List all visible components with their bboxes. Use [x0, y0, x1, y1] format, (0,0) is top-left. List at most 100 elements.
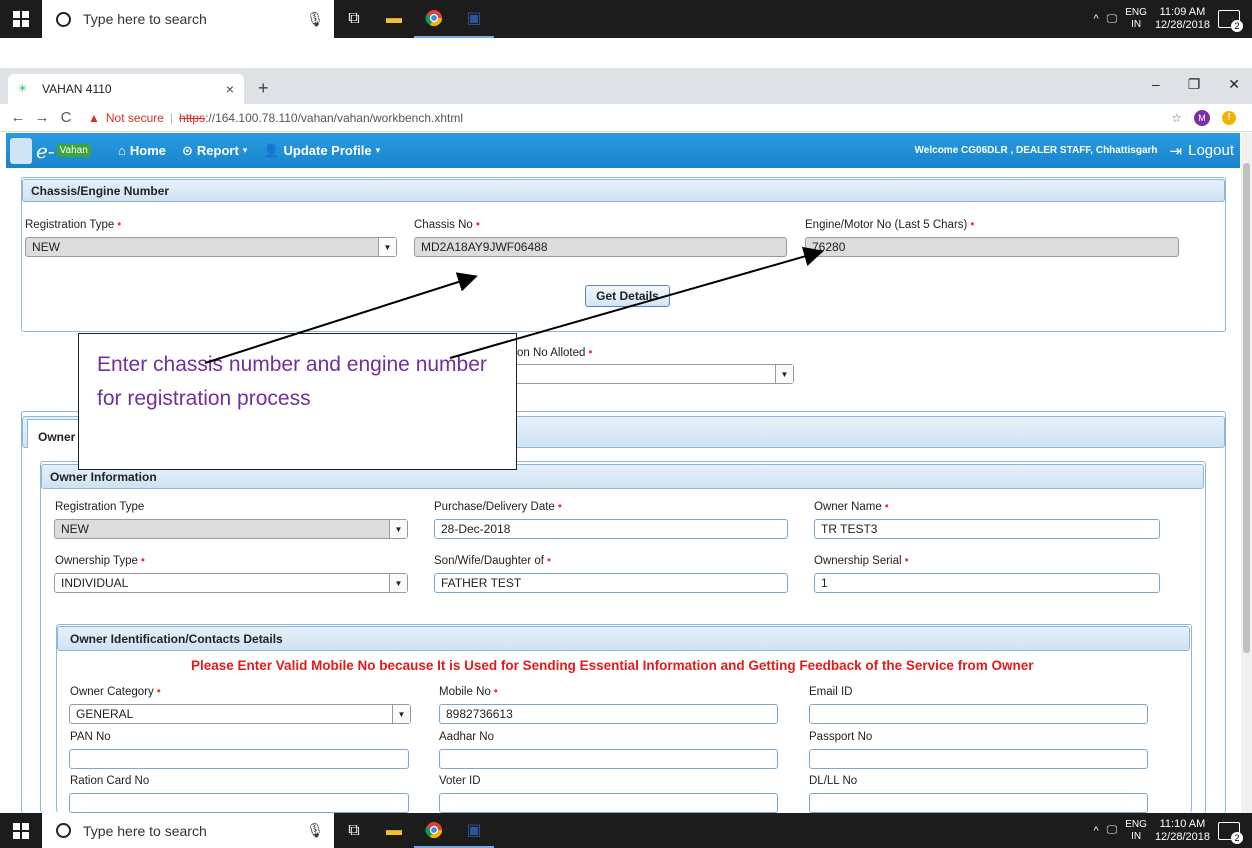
windows-icon [13, 11, 29, 27]
warning-icon: ▲ [88, 110, 100, 125]
windows-start-button[interactable] [0, 0, 42, 38]
windows-start-button[interactable] [0, 813, 42, 848]
welcome-text: Welcome CG06DLR , DEALER STAFF, Chhattis… [914, 145, 1158, 156]
dl-no-label: DL/LL No [809, 775, 858, 787]
word-icon[interactable]: ▣ [454, 813, 494, 848]
alloted-label: on No Alloted • [517, 347, 593, 359]
app-navbar: e- Vahan ⌂ Home ⊙ Report ▾ 👤 Update Profile ▾ … [6, 133, 1240, 168]
dl-no-input[interactable] [809, 793, 1148, 813]
file-explorer-icon[interactable]: ▬ [374, 813, 414, 848]
taskbar-search[interactable]: Type here to search 🎙 [42, 813, 334, 848]
ownership-type-select[interactable]: INDIVIDUAL ▼ [54, 573, 408, 593]
word-icon[interactable]: ▣ [454, 0, 494, 38]
language-indicator[interactable]: ENG IN [1125, 819, 1147, 843]
network-icon[interactable]: 🖵 [1107, 13, 1118, 26]
chrome-icon[interactable] [414, 813, 454, 848]
profile-avatar[interactable]: M [1194, 109, 1210, 126]
restore-icon[interactable]: ❐ [1188, 76, 1201, 93]
dropdown-arrow-icon: ▼ [392, 705, 410, 723]
owner-registration-type-select[interactable]: NEW ▼ [54, 519, 408, 539]
ownership-serial-label: Ownership Serial • [814, 555, 909, 567]
chrome-logo-icon [425, 10, 443, 27]
microphone-icon[interactable]: 🎙 [306, 11, 324, 28]
task-view-icon[interactable]: ⧉ [334, 0, 374, 38]
chassis-no-input[interactable]: MD2A18AY9JWF06488 [414, 237, 787, 257]
mobile-no-input[interactable]: 8982736613 [439, 704, 778, 724]
annotation-callout: Enter chassis number and engine number f… [78, 333, 517, 470]
chassis-no-label: Chassis No • [414, 219, 480, 231]
owner-registration-type-label: Registration Type [55, 501, 145, 513]
pan-input[interactable] [69, 749, 409, 769]
ration-card-input[interactable] [69, 793, 409, 813]
file-explorer-icon[interactable]: ▬ [374, 0, 414, 38]
chassis-panel-header: Chassis/Engine Number [22, 179, 1225, 202]
aadhar-label: Aadhar No [439, 731, 494, 743]
logout-link[interactable]: ⇥ Logout [1170, 142, 1234, 160]
passport-input[interactable] [809, 749, 1148, 769]
aadhar-input[interactable] [439, 749, 778, 769]
page-scrollbar[interactable] [1241, 133, 1252, 813]
chevron-up-icon[interactable]: ^ [1093, 825, 1098, 837]
notification-icon[interactable]: 2 [1218, 10, 1243, 32]
menu-report[interactable]: ⊙ Report ▾ [182, 143, 247, 159]
purchase-date-label: Purchase/Delivery Date • [434, 501, 562, 513]
forward-icon[interactable]: → [30, 109, 54, 126]
registration-type-select[interactable]: NEW ▼ [25, 237, 397, 257]
owner-name-label: Owner Name • [814, 501, 889, 513]
menu-home[interactable]: ⌂ Home [118, 143, 166, 158]
close-window-icon[interactable]: ✕ [1228, 76, 1240, 93]
close-tab-icon[interactable]: × [226, 81, 234, 97]
new-tab-icon[interactable]: + [258, 78, 269, 99]
get-details-button[interactable]: Get Details [585, 285, 670, 307]
mobile-notice: Please Enter Valid Mobile No because It … [191, 658, 1034, 673]
window-controls: – ❐ ✕ [1152, 76, 1240, 93]
son-wife-daughter-input[interactable]: FATHER TEST [434, 573, 788, 593]
chrome-logo-icon [425, 821, 443, 838]
voter-id-input[interactable] [439, 793, 778, 813]
report-icon: ⊙ [181, 142, 193, 158]
email-input[interactable] [809, 704, 1148, 724]
update-alert-icon[interactable]: ! [1222, 110, 1236, 125]
email-label: Email ID [809, 686, 853, 698]
user-icon: 👤 [263, 142, 280, 158]
minimize-icon[interactable]: – [1152, 76, 1160, 93]
browser-tab[interactable]: ✳ VAHAN 4110 × [8, 74, 244, 104]
chevron-up-icon[interactable]: ^ [1093, 13, 1098, 25]
contacts-header: Owner Identification/Contacts Details [57, 626, 1190, 651]
alloted-select[interactable]: ▼ [510, 364, 794, 384]
taskbar-bottom: Type here to search 🎙 ⧉ ▬ ▣ ^ 🖵 ENG IN 11… [0, 813, 1252, 848]
home-icon: ⌂ [118, 143, 126, 158]
scrollbar-thumb[interactable] [1243, 163, 1250, 653]
task-view-icon[interactable]: ⧉ [334, 813, 374, 848]
url-field[interactable]: ▲ Not secure | https ://164.100.78.110/v… [88, 111, 463, 125]
cortana-icon [56, 823, 71, 838]
ownership-serial-input[interactable]: 1 [814, 573, 1160, 593]
dropdown-arrow-icon: ▼ [378, 238, 396, 256]
notification-icon[interactable]: 2 [1218, 821, 1243, 844]
pan-label: PAN No [70, 731, 111, 743]
language-indicator[interactable]: ENG IN [1125, 7, 1147, 31]
star-icon[interactable]: ☆ [1171, 111, 1182, 125]
mobile-no-label: Mobile No • [439, 686, 498, 698]
reload-icon[interactable]: C [54, 109, 78, 126]
caret-down-icon: ▾ [242, 145, 248, 155]
system-tray: ^ 🖵 ENG IN 11:10 AM 12/28/2018 2 [1093, 818, 1252, 844]
windows-icon [13, 822, 29, 839]
back-icon[interactable]: ← [6, 109, 30, 126]
clock[interactable]: 11:09 AM 12/28/2018 [1155, 6, 1210, 32]
owner-name-input[interactable]: TR TEST3 [814, 519, 1160, 539]
taskbar-search-placeholder: Type here to search [83, 822, 207, 839]
ownership-type-label: Ownership Type • [55, 555, 145, 567]
microphone-icon[interactable]: 🎙 [306, 822, 324, 839]
purchase-date-input[interactable]: 28-Dec-2018 [434, 519, 788, 539]
security-label: Not secure [105, 110, 164, 125]
menu-update-profile[interactable]: 👤 Update Profile ▾ [263, 143, 380, 159]
engine-no-input[interactable]: 76280 [805, 237, 1179, 257]
clock[interactable]: 11:10 AM 12/28/2018 [1155, 818, 1210, 844]
browser-tab-bar: ✳ VAHAN 4110 × + – ❐ ✕ [0, 68, 1252, 104]
taskbar-search[interactable]: Type here to search 🎙 [42, 0, 334, 38]
owner-category-select[interactable]: GENERAL ▼ [69, 704, 411, 724]
network-icon[interactable]: 🖵 [1107, 824, 1118, 837]
engine-no-label: Engine/Motor No (Last 5 Chars) • [805, 219, 975, 231]
chrome-icon[interactable] [414, 0, 454, 38]
